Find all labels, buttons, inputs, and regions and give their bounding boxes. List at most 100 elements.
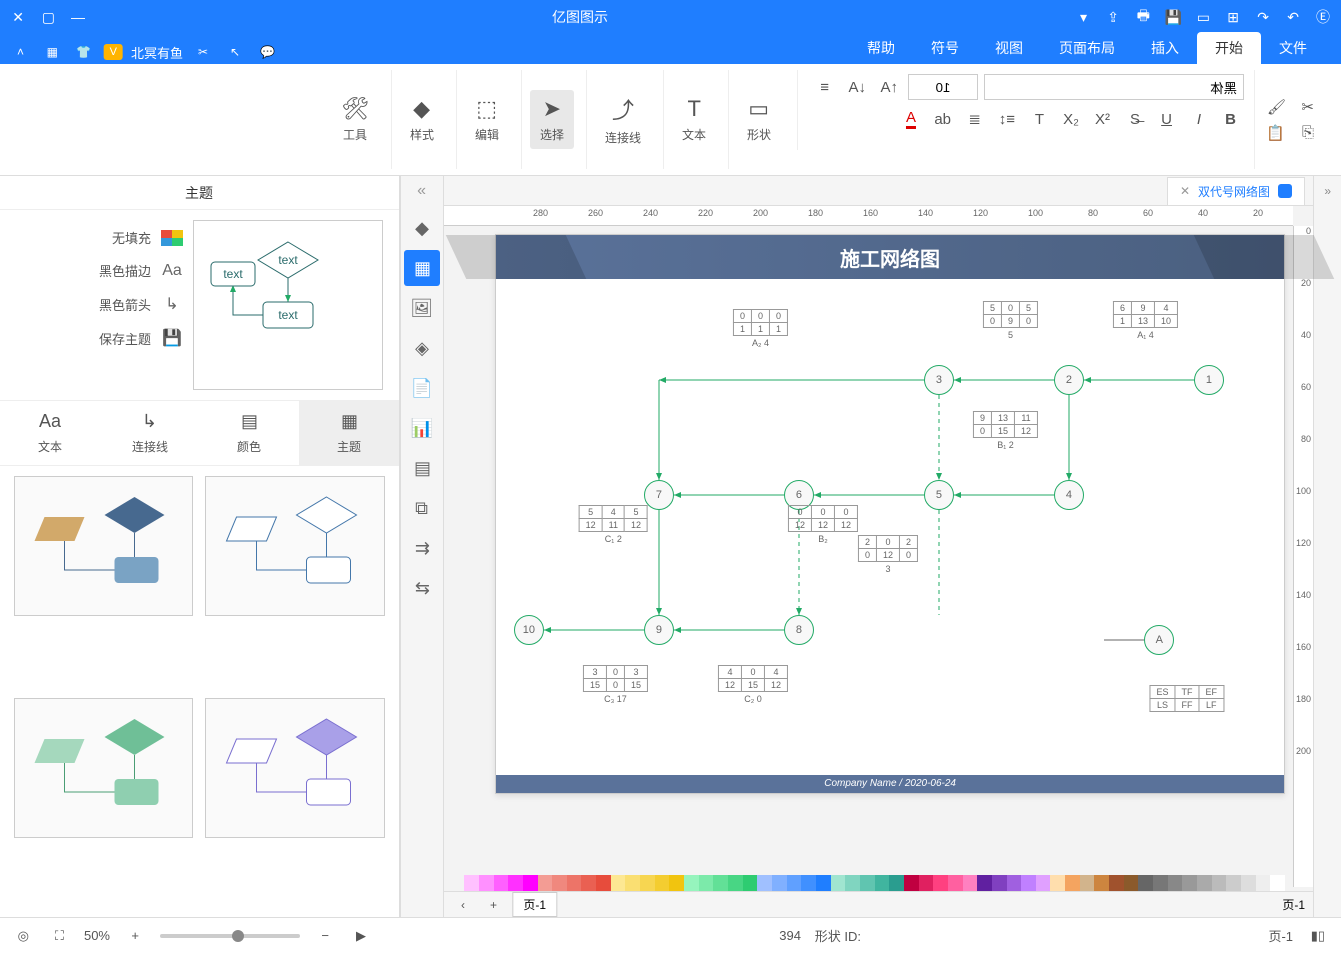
superscript-icon[interactable]: X² (1090, 106, 1116, 132)
color-swatch[interactable] (1051, 875, 1066, 891)
page-tab-1[interactable]: 页-1 (512, 892, 557, 917)
color-swatch[interactable] (860, 875, 875, 891)
color-swatch[interactable] (1065, 875, 1080, 891)
color-swatch[interactable] (1094, 875, 1109, 891)
color-swatch[interactable] (494, 875, 509, 891)
color-swatch[interactable] (1241, 875, 1256, 891)
align-para-icon[interactable]: ≡ (812, 74, 838, 100)
color-swatch[interactable] (713, 875, 728, 891)
page-prev-icon[interactable]: ‹ (452, 894, 474, 916)
color-palette-bar[interactable] (464, 875, 1285, 891)
theme-card[interactable] (14, 476, 194, 616)
color-swatch[interactable] (889, 875, 904, 891)
font-family-select[interactable] (984, 74, 1244, 100)
color-swatch[interactable] (699, 875, 714, 891)
zoom-slider[interactable] (160, 934, 300, 938)
diagram-node[interactable]: 3 (924, 365, 954, 395)
line-spacing-icon[interactable]: ↕≡ (994, 106, 1020, 132)
canvas-page[interactable]: 施工网络图 (495, 234, 1285, 794)
side-collapse-icon[interactable]: « (418, 182, 427, 200)
fit-page-icon[interactable]: ⛶ (48, 925, 70, 947)
color-swatch[interactable] (538, 875, 553, 891)
diagram-node[interactable]: 7 (644, 480, 674, 510)
font-size-select[interactable] (908, 74, 978, 100)
close-icon[interactable]: ✕ (6, 5, 30, 29)
minimize-icon[interactable]: ― (66, 5, 90, 29)
diagram-node[interactable]: 8 (784, 615, 814, 645)
color-swatch[interactable] (1138, 875, 1153, 891)
color-swatch[interactable] (1124, 875, 1139, 891)
tab-connector[interactable]: ↳连接线 (100, 401, 200, 465)
color-swatch[interactable] (787, 875, 802, 891)
diagram-node[interactable]: 9 (644, 615, 674, 645)
color-swatch[interactable] (1182, 875, 1197, 891)
left-collapse-strip[interactable]: » (1313, 176, 1341, 917)
side-theme-icon[interactable]: ▦ (404, 250, 440, 286)
diagram-node[interactable]: 10 (514, 615, 544, 645)
color-swatch[interactable] (523, 875, 538, 891)
menu-start[interactable]: 开始 (1197, 32, 1261, 64)
side-align-icon[interactable]: ⇉ (404, 530, 440, 566)
color-swatch[interactable] (655, 875, 670, 891)
font-color-icon[interactable]: A (898, 106, 924, 132)
export-icon[interactable]: ⇪ (1101, 5, 1125, 29)
doc-tab-close-icon[interactable]: ✕ (1180, 184, 1190, 198)
side-chart-icon[interactable]: 📊 (404, 410, 440, 446)
color-swatch[interactable] (875, 875, 890, 891)
theme-card[interactable] (206, 476, 386, 616)
side-distribute-icon[interactable]: ⇆ (404, 570, 440, 606)
tools-button[interactable]: 🛠工具 (331, 90, 379, 149)
diagram-node[interactable]: 1 (1194, 365, 1224, 395)
color-swatch[interactable] (963, 875, 978, 891)
pointer-icon[interactable]: ↖ (223, 40, 247, 64)
color-swatch[interactable] (1212, 875, 1227, 891)
side-fill-icon[interactable]: ◆ (404, 210, 440, 246)
save-icon[interactable]: 💾 (1161, 5, 1185, 29)
tshirt-icon[interactable]: 👕 (72, 40, 96, 64)
color-swatch[interactable] (1168, 875, 1183, 891)
side-table-icon[interactable]: ▤ (404, 450, 440, 486)
print-icon[interactable]: 🖶 (1131, 5, 1155, 29)
color-swatch[interactable] (904, 875, 919, 891)
color-swatch[interactable] (582, 875, 597, 891)
comment-icon[interactable]: 💬 (255, 40, 279, 64)
color-swatch[interactable] (1109, 875, 1124, 891)
play-icon[interactable]: ▶ (350, 925, 372, 947)
side-notes-icon[interactable]: 📄 (404, 370, 440, 406)
color-swatch[interactable] (611, 875, 626, 891)
opt-no-fill[interactable]: 无填充 (16, 228, 183, 247)
cut-icon[interactable]: ✂ (1295, 94, 1321, 120)
layout-mode-icon[interactable]: ▮▯ (1307, 925, 1329, 947)
page-list-label[interactable]: 页-1 (1282, 896, 1305, 913)
diagram-node[interactable]: 2 (1054, 365, 1084, 395)
menu-view[interactable]: 视图 (977, 32, 1041, 64)
color-swatch[interactable] (992, 875, 1007, 891)
side-layers-icon[interactable]: ◈ (404, 330, 440, 366)
color-swatch[interactable] (757, 875, 772, 891)
new-icon[interactable]: ⊞ (1221, 5, 1245, 29)
focus-icon[interactable]: ◎ (12, 925, 34, 947)
theme-card[interactable] (14, 698, 194, 838)
shape-button[interactable]: ▭形状 (737, 90, 781, 149)
text-highlight-icon[interactable]: T (1026, 106, 1052, 132)
tab-theme[interactable]: ▦主题 (299, 401, 399, 465)
redo-icon[interactable]: ↷ (1251, 5, 1275, 29)
menu-layout[interactable]: 页面布局 (1041, 32, 1133, 64)
color-swatch[interactable] (1080, 875, 1095, 891)
bullets-icon[interactable]: ≣ (962, 106, 988, 132)
color-swatch[interactable] (728, 875, 743, 891)
font-grow-icon[interactable]: A↑ (876, 74, 902, 100)
undo-icon[interactable]: ↶ (1281, 5, 1305, 29)
color-swatch[interactable] (552, 875, 567, 891)
text-button[interactable]: T文本 (672, 90, 716, 149)
color-swatch[interactable] (948, 875, 963, 891)
color-swatch[interactable] (640, 875, 655, 891)
italic-icon[interactable]: I (1186, 106, 1212, 132)
color-swatch[interactable] (479, 875, 494, 891)
zoom-in-icon[interactable]: + (124, 925, 146, 947)
connector-button[interactable]: ⤴连接线 (595, 87, 651, 152)
document-tab[interactable]: 双代号网络图 ✕ (1167, 177, 1305, 205)
bold-icon[interactable]: B (1218, 106, 1244, 132)
color-swatch[interactable] (772, 875, 787, 891)
network-diagram[interactable]: ESTFEF LSFFLF 12345678910A69411310A₁ 450… (516, 295, 1264, 763)
